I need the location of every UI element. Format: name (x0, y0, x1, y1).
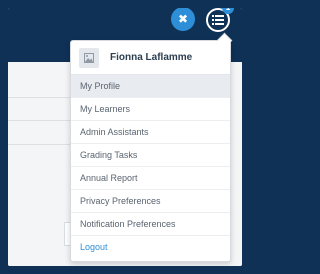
background-row-divider (8, 97, 70, 98)
menu-item-notification-preferences[interactable]: Notification Preferences (71, 213, 230, 236)
user-dropdown-menu: Fionna Laflamme My Profile My Learners A… (70, 40, 231, 262)
menu-item-admin-assistants[interactable]: Admin Assistants (71, 121, 230, 144)
list-menu-icon (212, 15, 224, 25)
menu-item-privacy-preferences[interactable]: Privacy Preferences (71, 190, 230, 213)
user-header: Fionna Laflamme (71, 41, 230, 75)
menu-item-my-learners[interactable]: My Learners (71, 98, 230, 121)
user-name: Fionna Laflamme (110, 52, 193, 63)
menu-item-annual-report[interactable]: Annual Report (71, 167, 230, 190)
avatar (79, 47, 99, 68)
background-row-divider (8, 120, 70, 121)
image-icon (84, 52, 94, 63)
menu-item-my-profile[interactable]: My Profile (71, 75, 230, 98)
app-frame: ✖ 1 Fionna Laflamme My Profile My (8, 8, 242, 266)
close-button[interactable]: ✖ (171, 8, 195, 31)
menu-item-logout[interactable]: Logout (71, 236, 230, 259)
close-icon: ✖ (177, 12, 189, 26)
background-row-divider (8, 144, 70, 145)
menu-list: My Profile My Learners Admin Assistants … (71, 75, 230, 259)
menu-item-grading-tasks[interactable]: Grading Tasks (71, 144, 230, 167)
